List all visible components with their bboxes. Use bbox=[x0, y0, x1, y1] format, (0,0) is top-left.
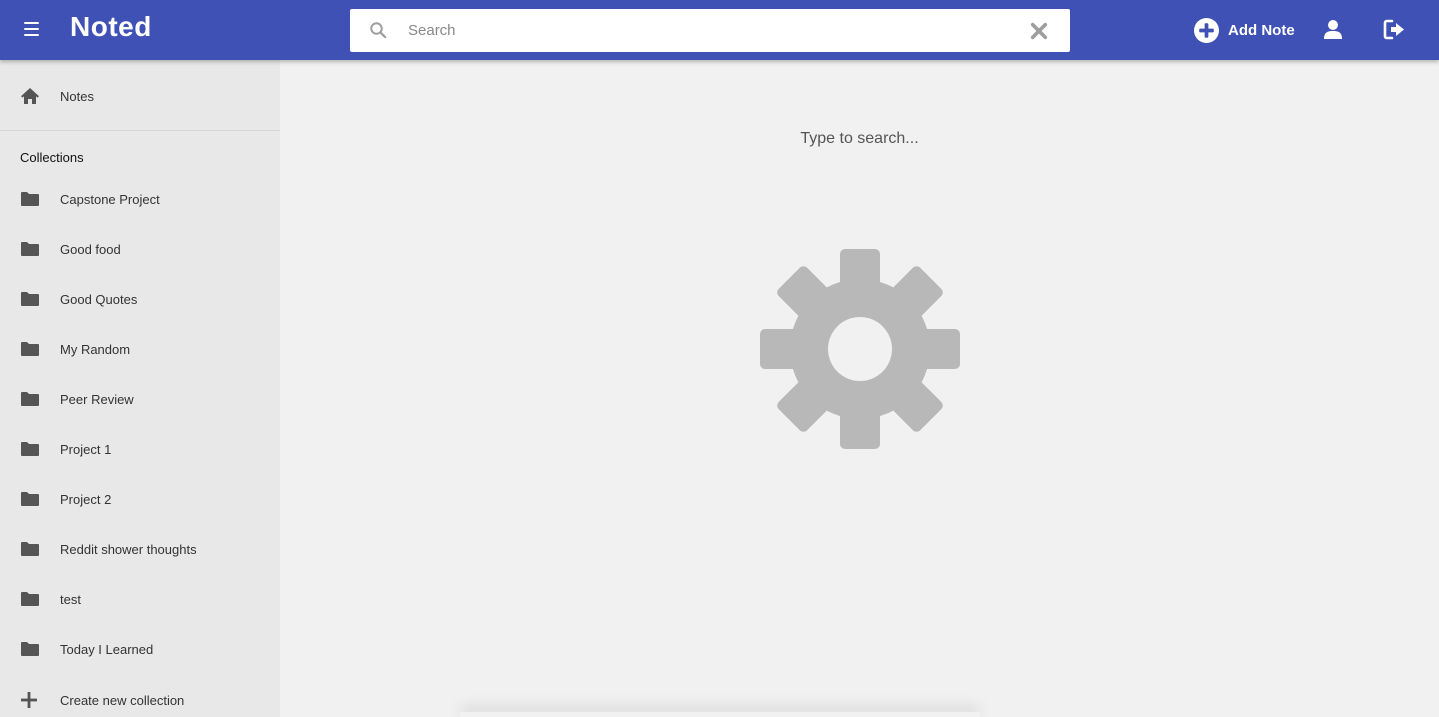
main-content: Type to search... bbox=[280, 60, 1439, 717]
create-collection-button[interactable]: Create new collection bbox=[0, 675, 280, 717]
sidebar-item-collection[interactable]: Peer Review bbox=[0, 374, 280, 424]
results-panel-edge bbox=[460, 712, 980, 717]
hamburger-icon[interactable] bbox=[24, 22, 39, 36]
folder-icon bbox=[21, 392, 39, 406]
sidebar-item-collection[interactable]: Project 2 bbox=[0, 474, 280, 524]
sidebar: Notes Collections Capstone Project Good … bbox=[0, 60, 280, 717]
sidebar-item-label: Create new collection bbox=[60, 692, 185, 708]
folder-icon bbox=[21, 192, 39, 206]
sidebar-item-collection[interactable]: Good food bbox=[0, 224, 280, 274]
folder-icon bbox=[21, 592, 39, 606]
folder-icon bbox=[21, 292, 39, 306]
sidebar-item-label: Today I Learned bbox=[60, 641, 154, 657]
home-icon bbox=[21, 88, 39, 104]
folder-icon bbox=[21, 492, 39, 506]
user-icon[interactable] bbox=[1323, 19, 1343, 40]
sidebar-item-label: Peer Review bbox=[60, 391, 134, 407]
search-icon bbox=[370, 22, 387, 39]
sidebar-item-label: Capstone Project bbox=[60, 191, 160, 207]
sidebar-item-label: Project 1 bbox=[60, 441, 112, 457]
folder-icon bbox=[21, 542, 39, 556]
folder-icon bbox=[21, 642, 39, 656]
collections-header: Collections bbox=[20, 150, 84, 165]
sidebar-item-collection[interactable]: My Random bbox=[0, 324, 280, 374]
sidebar-item-collection[interactable]: Today I Learned bbox=[0, 624, 280, 674]
sign-out-icon[interactable] bbox=[1383, 19, 1405, 40]
add-note-label: Add Note bbox=[1228, 21, 1295, 39]
add-note-button[interactable]: Add Note bbox=[1194, 17, 1295, 43]
sidebar-item-collection[interactable]: test bbox=[0, 574, 280, 624]
sidebar-item-label: Notes bbox=[60, 88, 94, 104]
search-input[interactable] bbox=[408, 9, 1008, 52]
sidebar-item-label: Reddit shower thoughts bbox=[60, 541, 197, 557]
sidebar-item-notes[interactable]: Notes bbox=[0, 71, 280, 121]
gear-icon bbox=[760, 249, 960, 449]
folder-icon bbox=[21, 242, 39, 256]
sidebar-item-label: Project 2 bbox=[60, 491, 112, 507]
sidebar-item-label: test bbox=[60, 591, 81, 607]
sidebar-item-collection[interactable]: Good Quotes bbox=[0, 274, 280, 324]
folder-icon bbox=[21, 342, 39, 356]
sidebar-item-label: Good Quotes bbox=[60, 291, 138, 307]
plus-circle-icon bbox=[1194, 17, 1219, 43]
sidebar-item-collection[interactable]: Reddit shower thoughts bbox=[0, 524, 280, 574]
sidebar-divider bbox=[0, 130, 280, 131]
search-bar bbox=[350, 9, 1070, 52]
folder-icon bbox=[21, 442, 39, 456]
clear-search-icon[interactable] bbox=[1030, 22, 1048, 40]
app-title: Noted bbox=[70, 11, 152, 42]
sidebar-item-collection[interactable]: Capstone Project bbox=[0, 174, 280, 224]
sidebar-item-collection[interactable]: Project 1 bbox=[0, 424, 280, 474]
plus-icon bbox=[21, 692, 37, 708]
top-app-bar: Noted Add Note bbox=[0, 0, 1439, 60]
sidebar-item-label: My Random bbox=[60, 341, 131, 357]
search-hint: Type to search... bbox=[800, 130, 919, 147]
sidebar-item-label: Good food bbox=[60, 241, 121, 257]
